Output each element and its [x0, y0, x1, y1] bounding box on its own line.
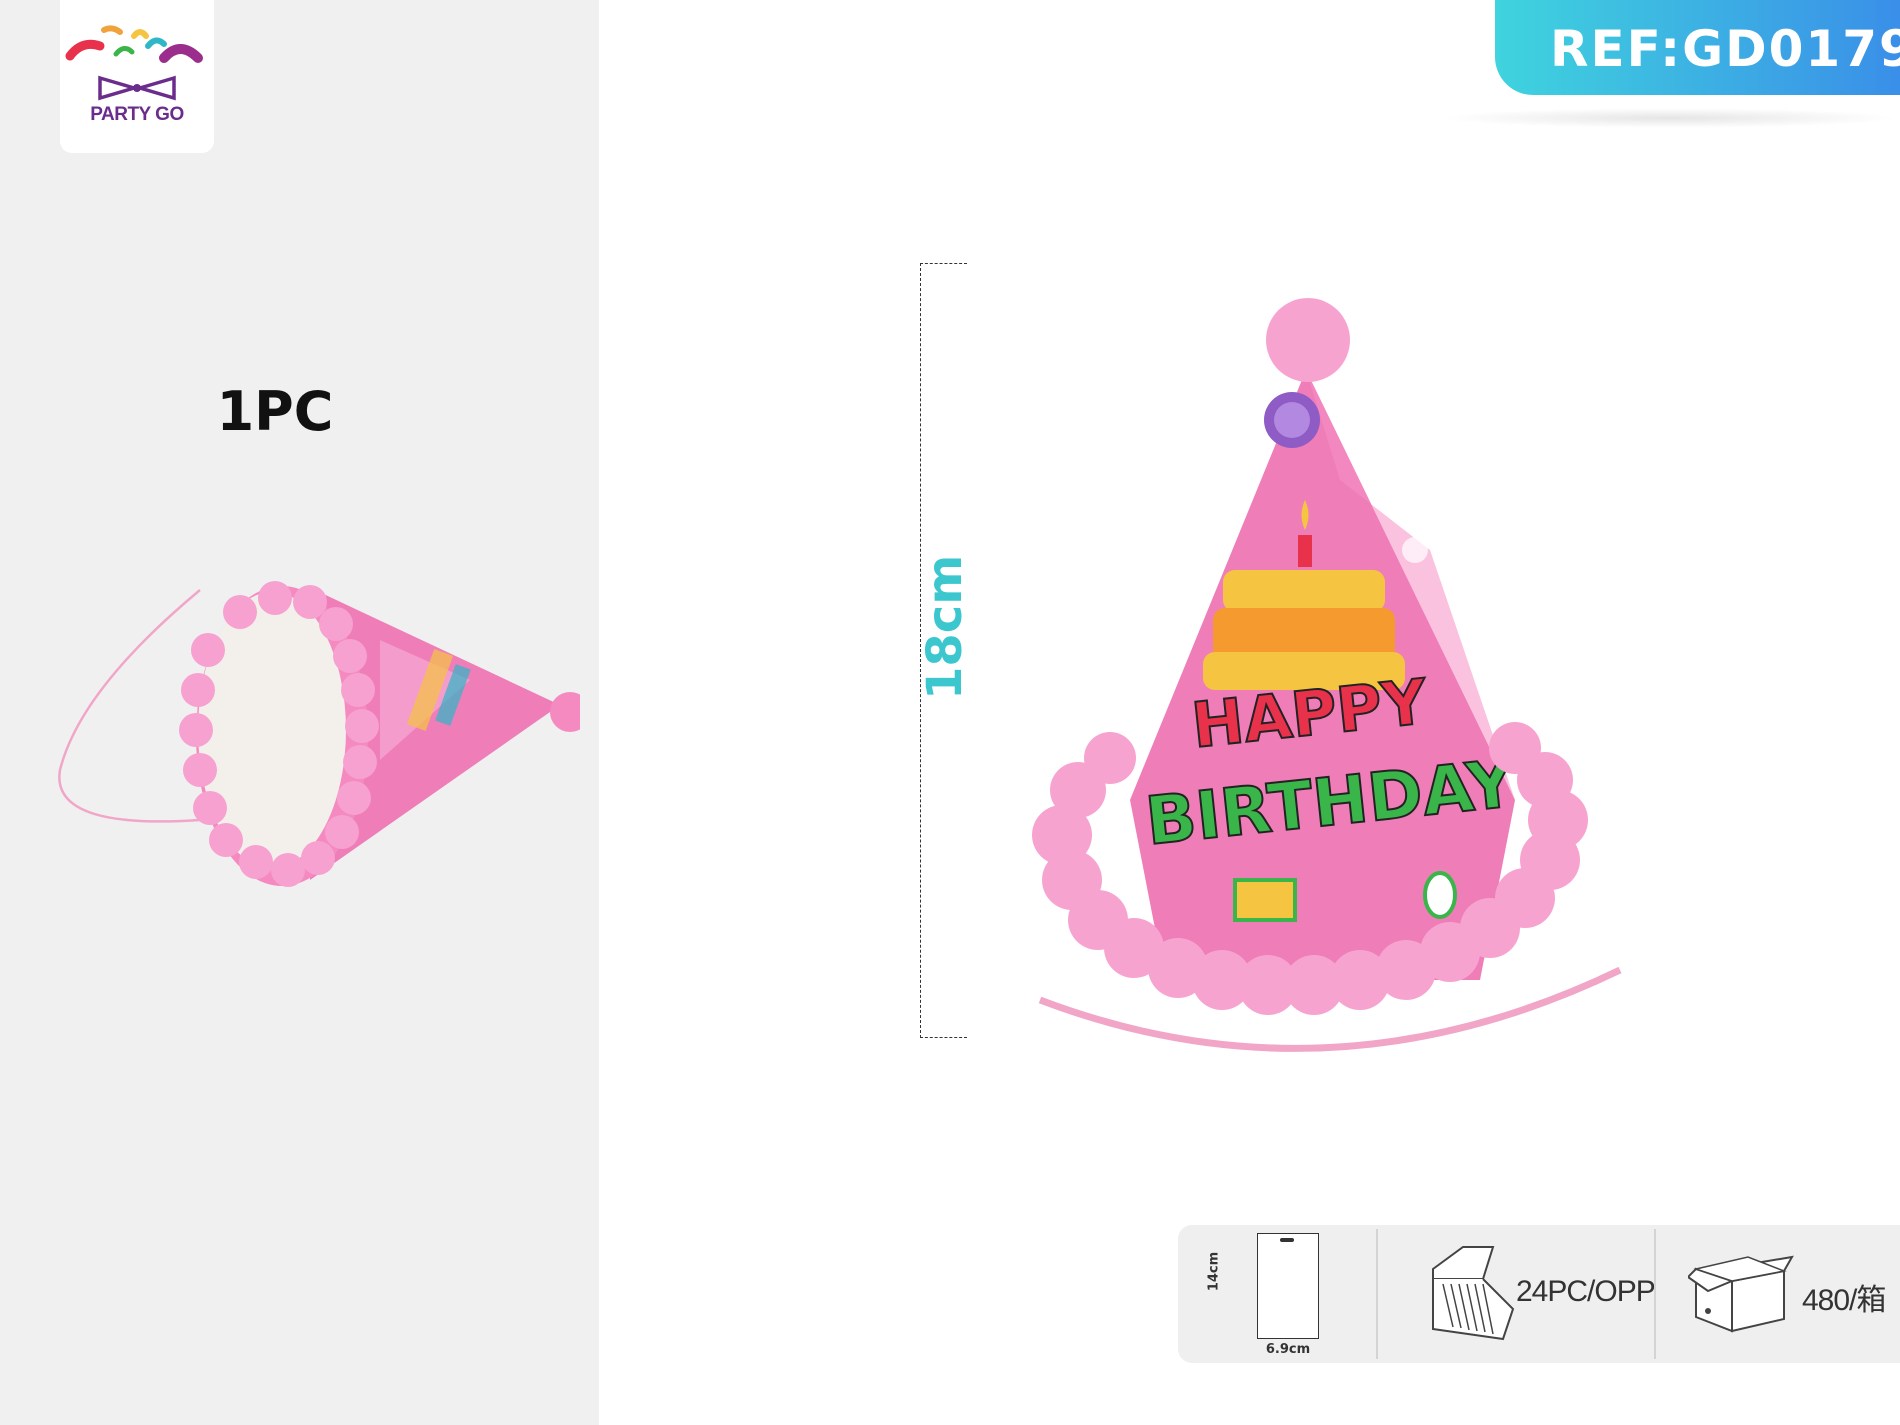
packaging-divider — [1376, 1229, 1378, 1359]
height-dimension-label: 18cm — [917, 554, 973, 700]
brand-logo: PARTY GO — [60, 0, 214, 153]
reference-code: REF:GD0179 — [1550, 20, 1900, 78]
hat-front-view-image: HAPPY BIRTHDAY — [1032, 298, 1622, 1052]
hat-side-view-image — [58, 581, 580, 887]
quantity-label: 1PC — [216, 380, 334, 443]
left-panel: PARTY GO 1PC — [0, 0, 599, 1425]
party-go-logo-icon — [65, 25, 203, 101]
hang-hole-icon — [1280, 1238, 1294, 1242]
inner-pack-label: 24PC/OPP — [1516, 1275, 1656, 1308]
reference-badge: REF:GD0179 — [1495, 0, 1900, 95]
card-height-label: 14cm — [1206, 1251, 1222, 1292]
display-box-icon — [1432, 1246, 1515, 1341]
badge-shadow — [1440, 108, 1900, 128]
card-size-icon — [1257, 1233, 1319, 1339]
brand-name: PARTY GO — [90, 104, 184, 125]
carton-box-icon — [1688, 1255, 1794, 1333]
card-width-label: 6.9cm — [1265, 1342, 1311, 1357]
packaging-info-bar: 14cm 6.9cm 24PC/OPP 480/箱 — [1178, 1225, 1900, 1363]
packaging-divider — [1654, 1229, 1656, 1359]
carton-quantity-label: 480/箱 — [1802, 1284, 1886, 1317]
